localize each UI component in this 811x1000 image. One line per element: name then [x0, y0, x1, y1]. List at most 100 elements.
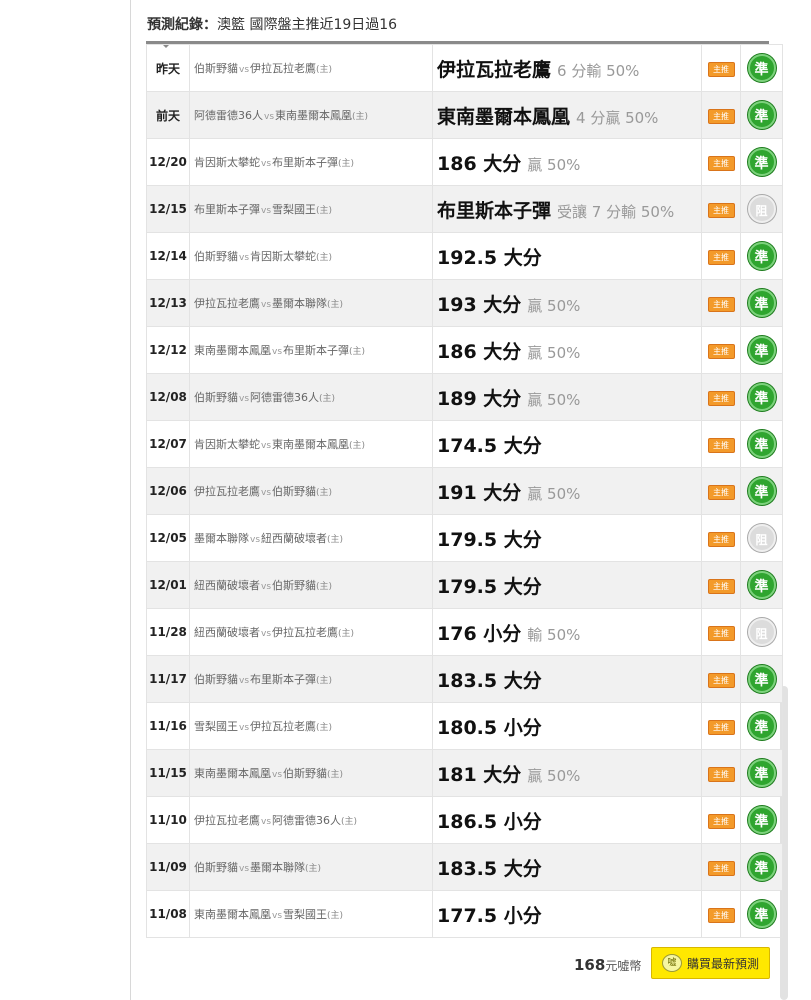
vs-label: vs — [239, 723, 250, 733]
accurate-badge-icon: 準 — [747, 853, 776, 881]
pick-result: 贏 50% — [527, 155, 581, 174]
record-result-badge: 準 — [740, 91, 783, 139]
record-row: 12/05 墨爾本聯隊vs紐西蘭破壞者(主) 179.5 大分 主推阻 — [146, 514, 783, 562]
main-pick-tag-icon: 主推 — [707, 249, 735, 265]
record-date-text: 12/05 — [149, 531, 187, 545]
pick-text: 174.5 大分 — [437, 434, 542, 457]
record-match[interactable]: 東南墨爾本鳳凰vs布里斯本子彈(主) — [189, 326, 433, 374]
record-date: 12/07 — [146, 420, 190, 468]
record-match[interactable]: 紐西蘭破壞者vs伊拉瓦拉老鷹(主) — [189, 608, 433, 656]
record-match[interactable]: 伊拉瓦拉老鷹vs伯斯野貓(主) — [189, 467, 433, 515]
home-mark: (主) — [316, 253, 333, 263]
record-match[interactable]: 伯斯野貓vs布里斯本子彈(主) — [189, 655, 433, 703]
record-date-text: 11/15 — [149, 766, 187, 780]
vs-label: vs — [272, 911, 283, 921]
home-mark: (主) — [319, 394, 336, 404]
record-tag: 主推 — [701, 138, 741, 186]
header-summary: 澳籃 國際盤主推近19日過16 — [217, 17, 398, 33]
accurate-badge-icon: 準 — [747, 806, 776, 834]
record-date-text: 前天 — [155, 108, 180, 123]
main-pick-tag-icon: 主推 — [707, 719, 735, 735]
record-tag: 主推 — [701, 796, 741, 844]
vs-label: vs — [261, 629, 272, 639]
vs-label: vs — [239, 394, 250, 404]
record-match[interactable]: 東南墨爾本鳳凰vs伯斯野貓(主) — [189, 749, 433, 797]
prediction-records-table: 昨天 伯斯野貓vs伊拉瓦拉老鷹(主) 伊拉瓦拉老鷹 6 分輸 50% 主推準前天 阿德雷德… — [146, 44, 783, 938]
record-tag: 主推 — [701, 91, 741, 139]
record-date-text: 12/06 — [149, 484, 187, 498]
pick-text: 180.5 小分 — [437, 716, 542, 739]
record-result-badge: 準 — [740, 373, 783, 421]
coin-icon: 噓 — [661, 954, 682, 972]
record-result-badge: 阻 — [740, 185, 783, 233]
away-team: 東南墨爾本鳳凰 — [194, 908, 271, 921]
record-date: 12/01 — [146, 561, 190, 609]
pick-text: 181 大分 — [437, 763, 522, 786]
main-pick-tag-icon: 主推 — [707, 108, 735, 124]
main-pick-tag-icon: 主推 — [707, 296, 735, 312]
record-match[interactable]: 布里斯本子彈vs雪梨國王(主) — [189, 185, 433, 233]
record-match[interactable]: 伯斯野貓vs肯因斯太攀蛇(主) — [189, 232, 433, 280]
record-tag: 主推 — [701, 467, 741, 515]
record-match[interactable]: 肯因斯太攀蛇vs東南墨爾本鳳凰(主) — [189, 420, 433, 468]
pick-text: 193 大分 — [437, 293, 522, 316]
record-date-text: 12/12 — [149, 343, 187, 357]
vs-label: vs — [261, 206, 272, 216]
away-team: 伯斯野貓 — [194, 861, 238, 874]
pick-text: 176 小分 — [437, 622, 522, 645]
away-team: 紐西蘭破壞者 — [194, 626, 260, 639]
record-pick: 186.5 小分 — [432, 796, 702, 844]
record-match[interactable]: 伊拉瓦拉老鷹vs阿德雷德36人(主) — [189, 796, 433, 844]
accurate-badge-icon: 準 — [747, 571, 776, 599]
home-team: 伯斯野貓 — [272, 485, 317, 498]
record-date: 12/08 — [146, 373, 190, 421]
main-pick-tag-icon: 主推 — [707, 531, 735, 547]
record-match[interactable]: 伯斯野貓vs墨爾本聯隊(主) — [189, 843, 433, 891]
record-result-badge: 準 — [740, 655, 783, 703]
vs-label: vs — [250, 535, 261, 545]
accurate-badge-icon: 準 — [747, 336, 776, 364]
record-row: 11/28 紐西蘭破壞者vs伊拉瓦拉老鷹(主) 176 小分輸 50% 主推阻 — [146, 608, 783, 656]
record-date-text: 11/28 — [149, 625, 187, 639]
record-match[interactable]: 東南墨爾本鳳凰vs雪梨國王(主) — [189, 890, 433, 938]
push-badge-icon: 阻 — [747, 195, 776, 223]
record-row: 11/17 伯斯野貓vs布里斯本子彈(主) 183.5 大分 主推準 — [146, 655, 783, 703]
record-date-text: 11/16 — [149, 719, 187, 733]
record-result-badge: 準 — [740, 420, 783, 468]
main-pick-tag-icon: 主推 — [707, 907, 735, 923]
price-amount: 168 — [574, 956, 606, 974]
record-pick: 192.5 大分 — [432, 232, 702, 280]
record-pick: 193 大分贏 50% — [432, 279, 702, 327]
buy-latest-prediction-button[interactable]: 噓 購買最新預測 — [651, 947, 770, 979]
record-match[interactable]: 肯因斯太攀蛇vs布里斯本子彈(主) — [189, 138, 433, 186]
record-match[interactable]: 伯斯野貓vs伊拉瓦拉老鷹(主) — [189, 44, 433, 92]
pick-result: 輸 50% — [527, 625, 581, 644]
record-match[interactable]: 阿德雷德36人vs東南墨爾本鳳凰(主) — [189, 91, 433, 139]
header-label: 預測紀錄 — [147, 17, 203, 33]
home-team: 阿德雷德36人 — [272, 814, 342, 827]
home-mark: (主) — [327, 300, 344, 310]
vs-label: vs — [261, 488, 272, 498]
record-match[interactable]: 紐西蘭破壞者vs伯斯野貓(主) — [189, 561, 433, 609]
pick-text: 192.5 大分 — [437, 246, 542, 269]
pick-result: 贏 50% — [527, 766, 581, 785]
record-date: 11/28 — [146, 608, 190, 656]
record-date: 11/16 — [146, 702, 190, 750]
away-team: 東南墨爾本鳳凰 — [194, 344, 271, 357]
home-team: 墨爾本聯隊 — [250, 861, 306, 874]
record-match[interactable]: 雪梨國王vs伊拉瓦拉老鷹(主) — [189, 702, 433, 750]
record-match[interactable]: 伊拉瓦拉老鷹vs墨爾本聯隊(主) — [189, 279, 433, 327]
home-mark: (主) — [316, 676, 333, 686]
home-team: 布里斯本子彈 — [283, 344, 350, 357]
vs-label: vs — [272, 347, 283, 357]
away-team: 布里斯本子彈 — [194, 203, 260, 216]
main-pick-tag-icon: 主推 — [707, 813, 735, 829]
record-match[interactable]: 伯斯野貓vs阿德雷德36人(主) — [189, 373, 433, 421]
main-pick-tag-icon: 主推 — [707, 766, 735, 782]
record-pick: 180.5 小分 — [432, 702, 702, 750]
record-row: 12/13 伊拉瓦拉老鷹vs墨爾本聯隊(主) 193 大分贏 50% 主推準 — [146, 279, 783, 327]
record-row: 12/06 伊拉瓦拉老鷹vs伯斯野貓(主) 191 大分贏 50% 主推準 — [146, 467, 783, 515]
record-row: 11/08 東南墨爾本鳳凰vs雪梨國王(主) 177.5 小分 主推準 — [146, 890, 783, 938]
record-match[interactable]: 墨爾本聯隊vs紐西蘭破壞者(主) — [189, 514, 433, 562]
push-badge-icon: 阻 — [747, 524, 776, 552]
